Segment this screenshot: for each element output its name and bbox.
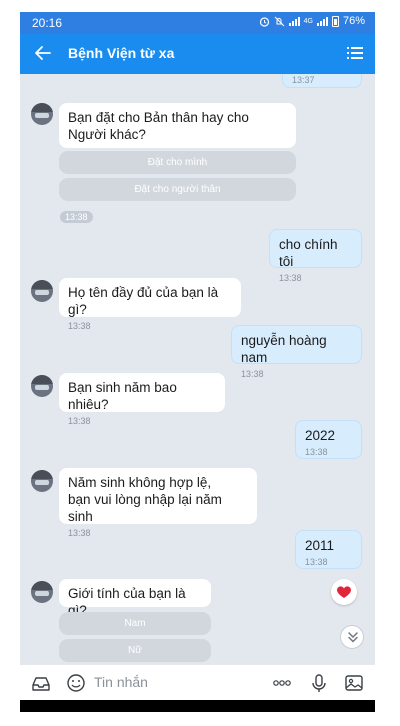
page-title: Bệnh Viện từ xa xyxy=(68,45,175,61)
message-bubble-outgoing: cho chính tôi 13:38 xyxy=(269,229,362,283)
app-header: Bệnh Viện từ xa xyxy=(20,34,375,74)
message-input[interactable]: Tin nhắn xyxy=(94,674,148,690)
bot-avatar xyxy=(31,581,53,603)
message-bubble-outgoing: 13:37 xyxy=(282,74,362,88)
quick-reply-button-male[interactable]: Nam xyxy=(59,612,211,635)
scroll-to-bottom-button[interactable] xyxy=(340,625,364,649)
message-text: cho chính tôi xyxy=(279,237,338,269)
mute-icon xyxy=(274,16,284,26)
quick-reply-button-female[interactable]: Nữ xyxy=(59,639,211,662)
message-time: 13:37 xyxy=(292,75,315,85)
message-text: 2011 xyxy=(305,538,335,553)
message-bubble-outgoing: 2022 13:38 xyxy=(295,420,362,459)
signal-icon xyxy=(288,16,300,26)
quick-reply-button-self[interactable]: Đặt cho mình xyxy=(59,151,296,174)
status-icons: 4G 76% xyxy=(259,15,365,27)
network-type: 4G xyxy=(303,17,313,25)
message-bubble-incoming: Năm sinh không hợp lệ, bạn vui lòng nhập… xyxy=(59,468,257,538)
message-bubble-incoming: Họ tên đầy đủ của bạn là gì? 13:38 xyxy=(59,278,241,331)
message-bubble-outgoing: 2011 13:38 xyxy=(295,530,362,569)
message-bubble-incoming: Giới tính của bạn là gì? xyxy=(59,579,211,618)
message-time: 13:38 xyxy=(68,416,91,426)
reaction-heart-button[interactable] xyxy=(331,579,357,605)
message-text: Họ tên đầy đủ của bạn là gì? xyxy=(68,285,219,317)
inbox-tray-icon[interactable] xyxy=(31,673,51,693)
status-bar: 20:16 4G 76% xyxy=(20,12,375,34)
heart-icon xyxy=(337,586,351,598)
message-time: 13:38 xyxy=(305,447,328,457)
bot-avatar xyxy=(31,280,53,302)
message-bubble-incoming: Bạn đặt cho Bản thân hay cho Người khác? xyxy=(59,103,296,148)
message-text: Bạn sinh năm bao nhiêu? xyxy=(68,380,177,412)
message-composer: Tin nhắn xyxy=(20,664,375,700)
list-menu-icon[interactable] xyxy=(345,43,365,63)
quick-reply-button-relative[interactable]: Đặt cho người thân xyxy=(59,178,296,201)
battery-icon xyxy=(331,15,339,27)
signal-icon-2 xyxy=(316,16,328,26)
message-text: Bạn đặt cho Bản thân hay cho Người khác? xyxy=(68,110,249,142)
message-time: 13:38 xyxy=(68,321,91,331)
emoji-icon[interactable] xyxy=(66,673,86,693)
message-time: 13:38 xyxy=(305,557,328,567)
message-bubble-outgoing: nguyễn hoàng nam 13:38 xyxy=(231,325,362,379)
message-time: 13:38 xyxy=(68,528,91,538)
more-options-icon[interactable] xyxy=(272,673,292,693)
bot-avatar xyxy=(31,470,53,492)
message-time: 13:38 xyxy=(241,369,264,379)
message-text: Năm sinh không hợp lệ, bạn vui lòng nhập… xyxy=(68,475,222,524)
back-arrow-icon[interactable] xyxy=(32,42,54,64)
system-nav-bar xyxy=(20,700,375,712)
message-text: 2022 xyxy=(305,428,336,443)
chat-area[interactable]: 13:37 Bạn đặt cho Bản thân hay cho Người… xyxy=(20,74,375,664)
message-time: 13:38 xyxy=(279,273,302,283)
double-chevron-down-icon xyxy=(348,632,358,643)
bot-avatar xyxy=(31,375,53,397)
image-gallery-icon[interactable] xyxy=(344,673,364,693)
microphone-icon[interactable] xyxy=(309,673,329,693)
bot-avatar xyxy=(31,103,53,125)
alarm-icon xyxy=(259,16,269,27)
status-time: 20:16 xyxy=(32,16,63,30)
message-bubble-incoming: Bạn sinh năm bao nhiêu? 13:38 xyxy=(59,373,225,426)
battery-level: 76% xyxy=(342,15,365,27)
message-time-stamp: 13:38 xyxy=(60,211,93,223)
phone-screen: 20:16 4G 76% Bệnh Viện từ xa 13:37 Bạn đ… xyxy=(20,12,375,712)
message-text: nguyễn hoàng nam xyxy=(241,333,327,365)
